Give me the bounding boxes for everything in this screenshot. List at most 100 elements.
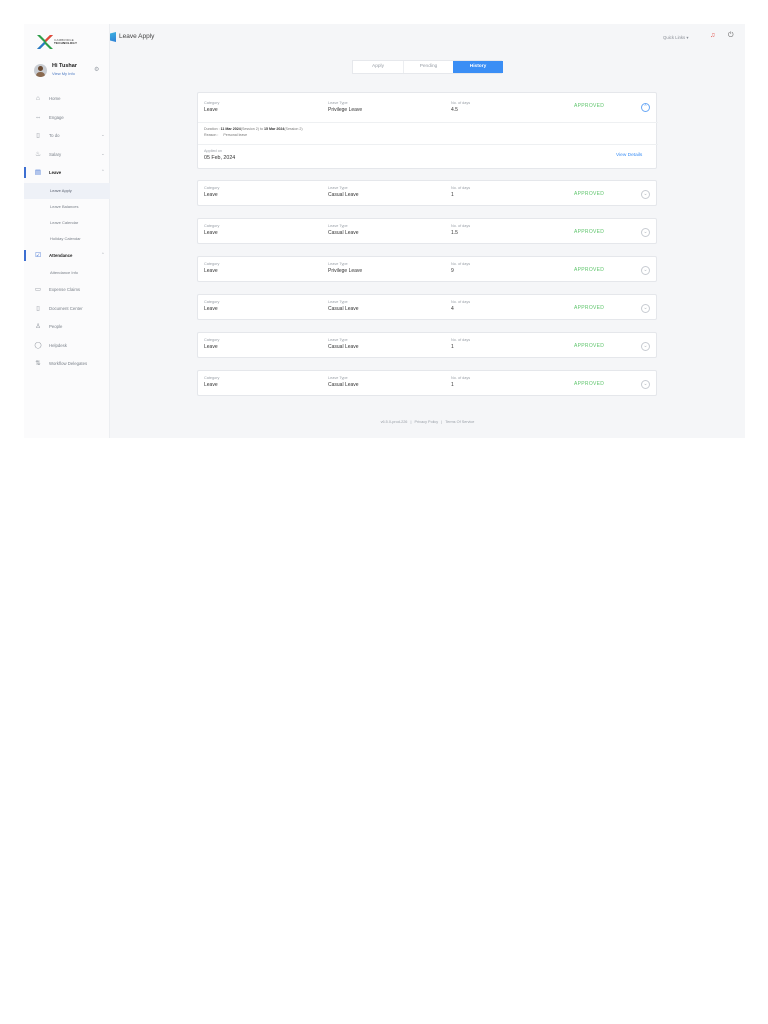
sidebar-item-people[interactable]: ♙ People (24, 318, 110, 337)
company-logo[interactable]: CAMBRIDGE TECHNOLOGY (36, 32, 86, 54)
status-badge: APPROVED (574, 381, 605, 387)
expand-chevron-icon[interactable]: ⌄ (641, 342, 650, 351)
tab-apply[interactable]: Apply (353, 61, 403, 73)
days-value: 1 (451, 344, 454, 350)
quick-links-dropdown[interactable]: Quick Links ▾ (663, 35, 689, 41)
sidebar-subitem-label: Attendance Info (50, 270, 79, 275)
leave-type-value: Casual Leave (328, 192, 359, 198)
sidebar-item-label: To do (49, 133, 60, 138)
category-label: Category (204, 262, 220, 266)
sidebar-item-leave[interactable]: ▤ Leave ⌃ (24, 164, 110, 183)
leave-record-card[interactable]: Category Leave Leave Type Casual Leave N… (197, 180, 657, 206)
category-label: Category (204, 338, 220, 342)
app-window: CAMBRIDGE TECHNOLOGY Hi Tushar View My I… (24, 24, 745, 438)
duration-to-session: (Session 2) (284, 127, 303, 131)
sidebar-subitem-leave-calendar[interactable]: Leave Calendar (24, 215, 110, 231)
logo-text-line-2: TECHNOLOGY (54, 41, 78, 46)
sidebar-item-label: Attendance (49, 252, 73, 258)
category-label: Category (204, 101, 220, 105)
avatar[interactable] (34, 64, 47, 77)
expand-chevron-icon[interactable]: ⌄ (641, 380, 650, 389)
duration-section: Duration : 11 Mar 2024(Session 2) to 15 … (198, 122, 658, 142)
workflow-icon: ⇅ (35, 360, 41, 367)
tab-pending[interactable]: Pending (403, 61, 453, 73)
days-value: 1 (451, 192, 454, 198)
leave-record-card[interactable]: Category Leave Leave Type Casual Leave N… (197, 218, 657, 244)
sidebar-item-document-center[interactable]: ▯ Document Center (24, 300, 110, 319)
status-badge: APPROVED (574, 343, 605, 349)
sidebar-item-label: Home (49, 96, 61, 101)
leave-tabs: Apply Pending History (352, 60, 503, 74)
expand-chevron-icon[interactable]: ⌄ (641, 190, 650, 199)
expand-chevron-icon[interactable]: ⌄ (641, 304, 650, 313)
sidebar-nav: ⌂ Home ⇔ Engage ▯ To do ⌄ ♨ Salary ⌄ ▤ L… (24, 90, 110, 374)
sidebar-item-attendance[interactable]: ☑ Attendance ⌃ (24, 247, 110, 266)
tab-history[interactable]: History (453, 61, 503, 73)
chevron-up-icon: ⌃ (101, 251, 105, 257)
category-label: Category (204, 300, 220, 304)
terms-of-service-link[interactable]: Terms Of Service (445, 420, 474, 424)
leave-record-card[interactable]: Category Leave Leave Type Casual Leave N… (197, 294, 657, 320)
duration-from-session: (Session 2) (240, 127, 259, 131)
reason-line: Reason : Personal leave (204, 133, 247, 137)
notification-bell-icon[interactable]: ♫ (710, 32, 715, 39)
leave-record-card[interactable]: Category Leave Leave Type Casual Leave N… (197, 370, 657, 396)
expand-chevron-icon[interactable]: ⌄ (641, 228, 650, 237)
sidebar-item-label: Expense Claims (49, 287, 81, 292)
sidebar: CAMBRIDGE TECHNOLOGY Hi Tushar View My I… (24, 24, 110, 438)
days-label: No. of days (451, 300, 471, 304)
collapse-chevron-icon[interactable]: ⌃ (641, 103, 650, 112)
salary-icon: ♨ (35, 150, 41, 158)
status-badge: APPROVED (574, 267, 605, 273)
sidebar-item-expense-claims[interactable]: ▭ Expense Claims (24, 281, 110, 300)
sidebar-item-workflow-delegates[interactable]: ⇅ Workflow Delegates (24, 355, 110, 374)
applied-section: Applied on 05 Feb, 2024 View Details (198, 144, 658, 169)
leave-type-value: Casual Leave (328, 306, 359, 312)
sidebar-item-salary[interactable]: ♨ Salary ⌄ (24, 146, 110, 165)
user-greeting: Hi Tushar (52, 63, 77, 69)
privacy-policy-link[interactable]: Privacy Policy (415, 420, 439, 424)
leave-record-card[interactable]: Category Leave Leave Type Privilege Leav… (197, 256, 657, 282)
days-label: No. of days (451, 338, 471, 342)
leave-type-label: Leave Type (328, 186, 348, 190)
sidebar-item-home[interactable]: ⌂ Home (24, 90, 110, 109)
leave-type-value: Casual Leave (328, 344, 359, 350)
leave-record-card[interactable]: Category Leave Leave Type Casual Leave N… (197, 332, 657, 358)
category-value: Leave (204, 230, 218, 236)
settings-gear-icon[interactable]: ⚙ (94, 66, 99, 73)
view-details-link[interactable]: View Details (616, 153, 642, 158)
sidebar-subitem-holiday-calendar[interactable]: Holiday Calendar (24, 231, 110, 247)
sidebar-item-todo[interactable]: ▯ To do ⌄ (24, 127, 110, 146)
logo-mark-icon (37, 35, 53, 49)
chevron-down-icon: ⌄ (101, 132, 105, 137)
sidebar-item-label: Salary (49, 151, 62, 157)
sidebar-subitem-leave-apply[interactable]: Leave Apply (24, 182, 110, 199)
sidebar-subitem-attendance-info[interactable]: Attendance Info (24, 265, 110, 281)
clipboard-icon: ▯ (36, 132, 40, 139)
power-logout-icon[interactable]: ⏻ (728, 32, 734, 40)
duration-to-word: to (259, 127, 263, 131)
chevron-down-icon: ⌄ (101, 150, 105, 156)
category-label: Category (204, 376, 220, 380)
view-my-info-link[interactable]: View My Info (52, 71, 75, 76)
sidebar-item-helpdesk[interactable]: ◯ Helpdesk (24, 337, 110, 356)
sidebar-item-label: Engage (49, 114, 64, 120)
footer: v6.5.0-prod-226 | Privacy Policy | Terms… (110, 420, 745, 424)
wallet-icon: ▭ (34, 286, 42, 293)
leave-type-value: Privilege Leave (328, 107, 363, 113)
category-label: Category (204, 224, 220, 228)
sidebar-item-label: Workflow Delegates (49, 361, 88, 366)
sidebar-subitem-leave-balances[interactable]: Leave Balances (24, 199, 110, 215)
days-value: 4.5 (451, 107, 458, 113)
sidebar-item-label: Leave (49, 170, 62, 175)
top-bar: Leave Apply Quick Links ▾ ♫ ⏻ (110, 24, 745, 52)
days-value: 4 (451, 306, 454, 312)
calendar-icon: ▤ (34, 169, 42, 176)
leave-record-card: Category Leave Leave Type Privilege Leav… (197, 92, 658, 169)
page-title: Leave Apply (119, 33, 155, 40)
version-text: v6.5.0-prod-226 (380, 420, 408, 424)
sidebar-item-engage[interactable]: ⇔ Engage (24, 109, 110, 128)
expand-chevron-icon[interactable]: ⌄ (641, 266, 650, 275)
sidebar-subitem-label: Leave Apply (50, 187, 72, 193)
leave-type-label: Leave Type (328, 338, 348, 342)
